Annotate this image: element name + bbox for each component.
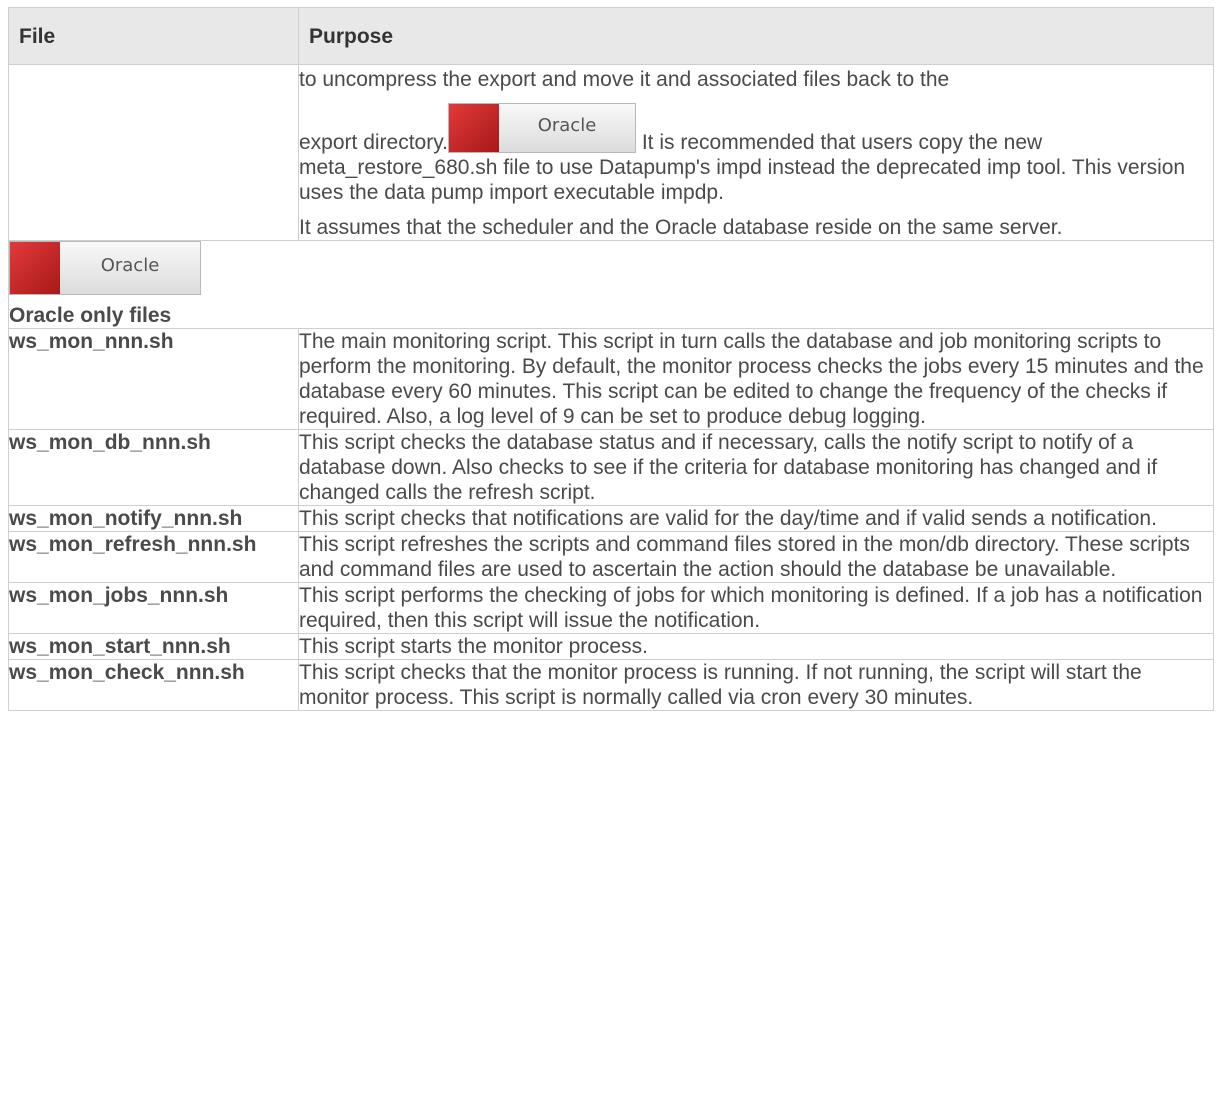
purpose-cell: This script refreshes the scripts and co… [298, 531, 1214, 583]
purpose-cell: This script checks that the monitor proc… [298, 659, 1214, 711]
oracle-badge-label: Oracle [537, 114, 597, 136]
purpose-cell: This script checks that notifications ar… [298, 505, 1214, 532]
column-header-file: File [8, 7, 299, 65]
purpose-cell: This script performs the checking of job… [298, 582, 1214, 634]
file-name-cell: ws_mon_start_nnn.sh [8, 633, 299, 660]
column-header-purpose: Purpose [298, 7, 1214, 65]
purpose-text-before: export directory. [299, 131, 448, 154]
oracle-badge-label: Oracle [100, 254, 160, 276]
purpose-text: export directory. Oracle It is recommende… [299, 103, 1213, 205]
file-cell-empty [8, 64, 299, 241]
file-name-cell: ws_mon_refresh_nnn.sh [8, 531, 299, 583]
section-title: Oracle only files [9, 304, 172, 327]
oracle-red-block [10, 242, 60, 294]
file-name-cell: ws_mon_notify_nnn.sh [8, 505, 299, 532]
oracle-red-block [449, 104, 499, 152]
purpose-cell: This script checks the database status a… [298, 429, 1214, 506]
purpose-line: to uncompress the export and move it and… [299, 68, 950, 91]
section-row: Oracle Oracle only files [8, 240, 1214, 329]
oracle-badge-icon: Oracle [9, 241, 201, 295]
table-row: ws_mon_nnn.sh The main monitoring script.… [8, 328, 1214, 430]
file-name-cell: ws_mon_jobs_nnn.sh [8, 582, 299, 634]
file-name-cell: ws_mon_nnn.sh [8, 328, 299, 430]
section-cell: Oracle Oracle only files [8, 240, 1214, 329]
files-table: File Purpose to uncompress the export an… [8, 7, 1214, 711]
table-row: ws_mon_refresh_nnn.sh This script refresh… [8, 531, 1214, 583]
purpose-cell: to uncompress the export and move it and… [298, 64, 1214, 241]
table-row: ws_mon_start_nnn.sh This script starts th… [8, 633, 1214, 660]
purpose-paragraph: to uncompress the export and move it and… [299, 65, 1213, 205]
purpose-paragraph: It assumes that the scheduler and the Or… [299, 216, 1063, 239]
file-name-cell: ws_mon_db_nnn.sh [8, 429, 299, 506]
oracle-badge-icon: Oracle [448, 103, 636, 153]
table-row: ws_mon_jobs_nnn.sh This script performs t… [8, 582, 1214, 634]
table-header-row: File Purpose [8, 7, 1214, 65]
document-page: File Purpose to uncompress the export an… [0, 0, 1221, 1093]
table-row: ws_mon_db_nnn.sh This script checks the d… [8, 429, 1214, 506]
files-rows: ws_mon_nnn.sh The main monitoring script.… [8, 328, 1214, 711]
table-row: ws_mon_check_nnn.sh This script checks th… [8, 659, 1214, 711]
purpose-cell: This script starts the monitor process. [298, 633, 1214, 660]
table-row: to uncompress the export and move it and… [8, 64, 1214, 241]
table-row: ws_mon_notify_nnn.sh This script checks t… [8, 505, 1214, 532]
file-name-cell: ws_mon_check_nnn.sh [8, 659, 299, 711]
purpose-cell: The main monitoring script. This script … [298, 328, 1214, 430]
